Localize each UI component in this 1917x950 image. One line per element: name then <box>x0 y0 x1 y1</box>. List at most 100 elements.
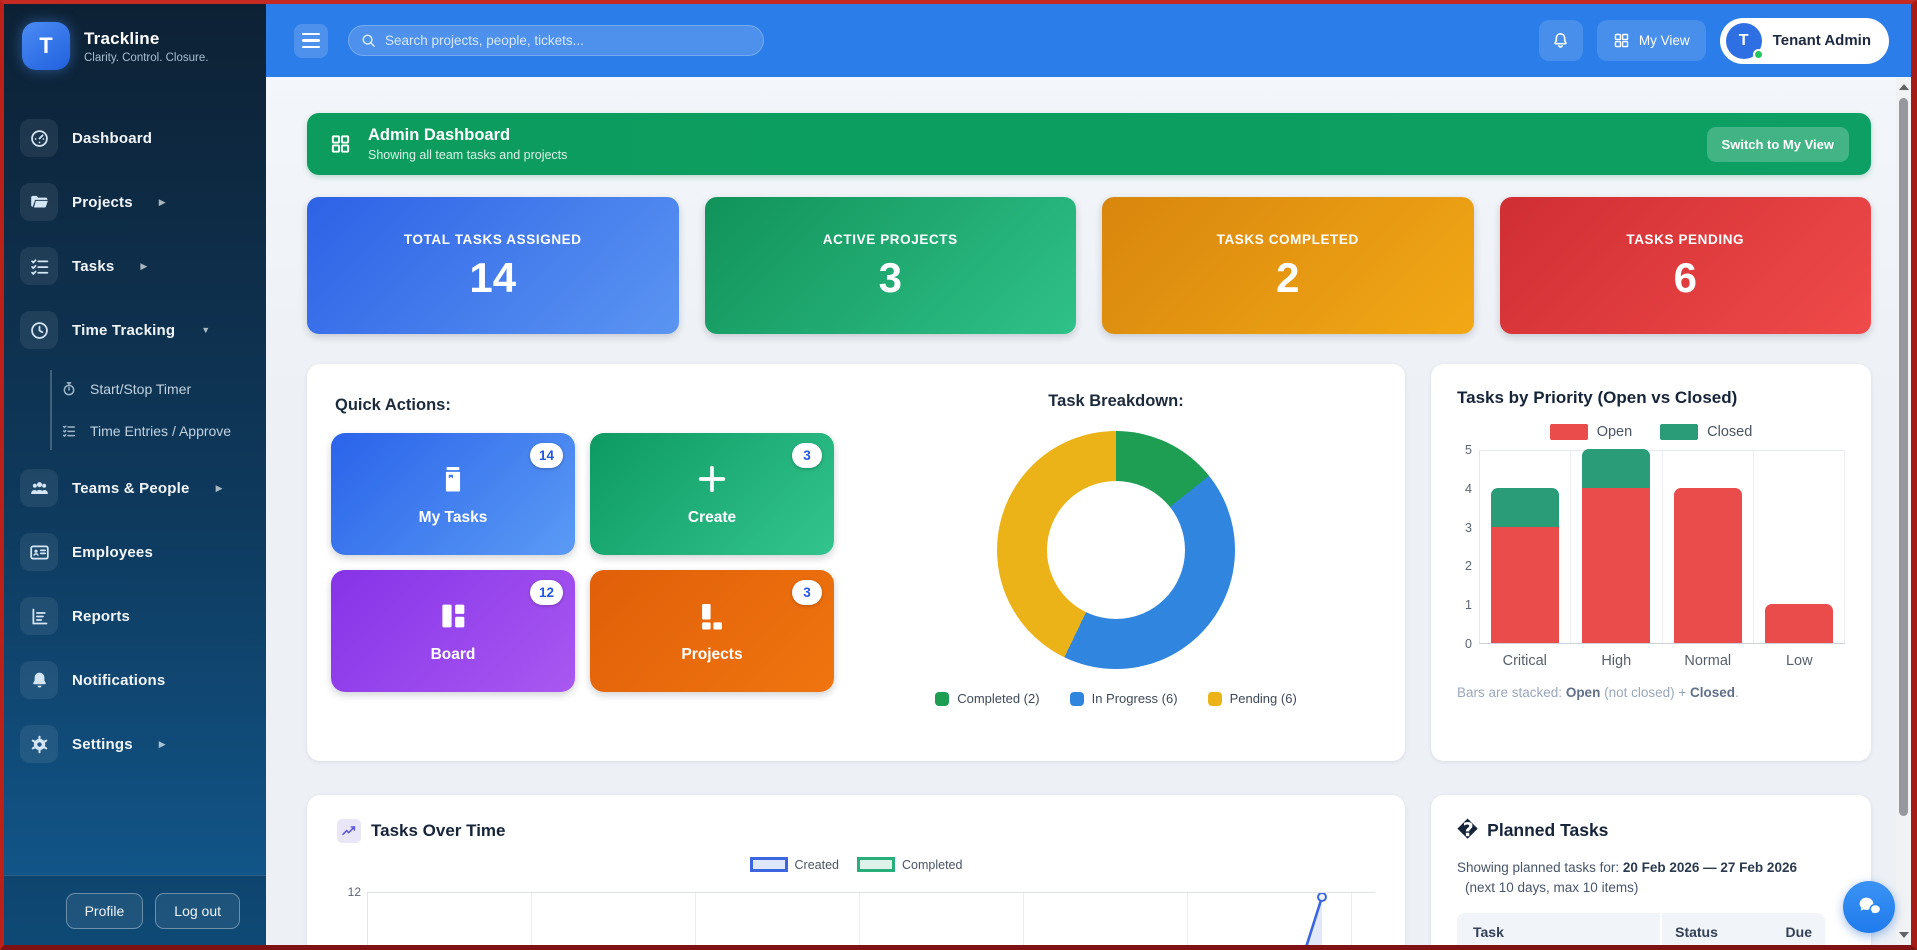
legend-item: Completed <box>857 857 962 872</box>
planned-tasks-range: Showing planned tasks for: 20 Feb 2026 —… <box>1457 858 1845 899</box>
legend-swatch <box>750 857 788 872</box>
brand[interactable]: T Trackline Clarity. Control. Closure. <box>4 4 266 84</box>
created-line-series <box>1237 893 1357 945</box>
sidebar-item-notifications[interactable]: Notifications <box>20 660 252 700</box>
legend-item: Closed <box>1660 424 1752 440</box>
time-tracking-submenu: Start/Stop Timer Time Entries / Approve <box>20 374 252 446</box>
grid-icon <box>1613 32 1630 49</box>
legend-swatch <box>1550 424 1588 440</box>
sidebar-item-projects[interactable]: Projects ▶ <box>20 182 252 222</box>
legend-swatch <box>1070 692 1084 706</box>
my-view-label: My View <box>1639 33 1690 48</box>
open-segment <box>1491 527 1559 643</box>
notifications-bell-button[interactable] <box>1539 20 1583 61</box>
tile-label: Projects <box>681 646 742 664</box>
replacement-char-icon: � <box>1457 819 1478 842</box>
sidebar-item-time-entries-approve[interactable]: Time Entries / Approve <box>60 416 252 446</box>
chat-button[interactable] <box>1843 881 1895 933</box>
scroll-down-arrow-icon[interactable] <box>1899 932 1909 938</box>
task-breakdown-section: Task Breakdown: Completed (2)In Progress… <box>851 388 1381 737</box>
sidebar-item-teams-people[interactable]: Teams & People ▶ <box>20 468 252 508</box>
tile-label: My Tasks <box>419 509 488 527</box>
checklist-icon <box>20 247 58 285</box>
search-icon <box>361 33 376 48</box>
sidebar-item-start-stop-timer[interactable]: Start/Stop Timer <box>60 374 252 404</box>
quick-actions-heading: Quick Actions: <box>335 396 851 415</box>
quick-action-my-tasks[interactable]: 14 My Tasks <box>331 433 575 555</box>
sidebar-item-dashboard[interactable]: Dashboard <box>20 118 252 158</box>
badge-count: 12 <box>530 580 563 605</box>
planned-tasks-card: � Planned Tasks Showing planned tasks fo… <box>1431 795 1871 945</box>
column-header-due: Due <box>1786 924 1812 940</box>
open-segment <box>1674 488 1742 643</box>
stat-tasks-pending[interactable]: TASKS PENDING 6 <box>1500 197 1872 334</box>
list-icon <box>60 423 78 439</box>
y-axis-ticks: 543210 <box>1457 450 1479 644</box>
sidebar: T Trackline Clarity. Control. Closure. D… <box>4 4 266 945</box>
dashboard-grid-icon <box>329 133 352 156</box>
stat-value: 3 <box>879 257 902 299</box>
stat-active-projects[interactable]: ACTIVE PROJECTS 3 <box>705 197 1077 334</box>
app-logo: T <box>22 22 70 70</box>
logout-button[interactable]: Log out <box>155 893 240 929</box>
chevron-right-icon: ▶ <box>216 483 223 494</box>
search-box <box>348 25 764 56</box>
priority-legend: Open Closed <box>1457 424 1845 440</box>
projects-icon <box>695 599 729 633</box>
tasks-over-time-legend: Created Completed <box>337 857 1375 872</box>
quick-actions-card: Quick Actions: 14 My Tasks <box>307 364 1405 761</box>
sidebar-item-tasks[interactable]: Tasks ▶ <box>20 246 252 286</box>
sidebar-item-time-tracking[interactable]: Time Tracking ▼ <box>20 310 252 350</box>
priority-bar-chart: 543210 <box>1457 450 1845 644</box>
bar-group-low <box>1754 451 1845 643</box>
banner-subtitle: Showing all team tasks and projects <box>368 148 567 162</box>
closed-segment <box>1582 449 1650 488</box>
admin-dashboard-banner: Admin Dashboard Showing all team tasks a… <box>307 113 1871 175</box>
badge-count: 3 <box>792 443 822 468</box>
legend-item: Created <box>750 857 839 872</box>
people-icon <box>20 469 58 507</box>
app-tagline: Clarity. Control. Closure. <box>84 52 208 64</box>
profile-button[interactable]: Profile <box>66 893 144 929</box>
chevron-right-icon: ▶ <box>140 261 147 272</box>
tile-label: Create <box>688 509 736 527</box>
main-column: My View T Tenant Admin Admin Dashboard <box>266 4 1911 945</box>
board-icon <box>436 599 470 633</box>
sidebar-item-reports[interactable]: Reports <box>20 596 252 636</box>
banner-title: Admin Dashboard <box>368 126 567 145</box>
scroll-up-arrow-icon[interactable] <box>1899 84 1909 90</box>
scrollbar-thumb[interactable] <box>1899 98 1908 816</box>
chevron-right-icon: ▶ <box>159 197 166 208</box>
column-header-task: Task <box>1457 913 1660 946</box>
quick-action-board[interactable]: 12 Board <box>331 570 575 692</box>
stat-total-tasks-assigned[interactable]: TOTAL TASKS ASSIGNED 14 <box>307 197 679 334</box>
topbar-actions: My View T Tenant Admin <box>1539 18 1889 64</box>
task-breakdown-title: Task Breakdown: <box>1048 392 1183 411</box>
stat-tasks-completed[interactable]: TASKS COMPLETED 2 <box>1102 197 1474 334</box>
stat-label: TOTAL TASKS ASSIGNED <box>404 232 582 247</box>
bar-group-normal <box>1663 451 1754 643</box>
quick-action-projects[interactable]: 3 Projects <box>590 570 834 692</box>
legend-swatch <box>935 692 949 706</box>
sidebar-item-settings[interactable]: Settings ▶ <box>20 724 252 764</box>
quick-action-create[interactable]: 3 Create <box>590 433 834 555</box>
stat-label: TASKS PENDING <box>1626 232 1744 247</box>
search-input[interactable] <box>385 33 751 48</box>
stat-value: 2 <box>1276 257 1299 299</box>
sidebar-item-employees[interactable]: Employees <box>20 532 252 572</box>
tasks-over-time-card: Tasks Over Time CreatedCompleted 12 <box>307 795 1405 945</box>
legend-swatch <box>857 857 895 872</box>
user-menu-button[interactable]: T Tenant Admin <box>1720 18 1889 64</box>
open-segment <box>1582 488 1650 643</box>
stats-row: TOTAL TASKS ASSIGNED 14 ACTIVE PROJECTS … <box>307 197 1871 334</box>
stat-value: 14 <box>469 257 516 299</box>
closed-segment <box>1491 488 1559 527</box>
switch-to-my-view-button[interactable]: Switch to My View <box>1707 127 1849 162</box>
legend-item: Open <box>1550 424 1632 440</box>
stopwatch-icon <box>60 381 78 397</box>
vertical-scrollbar[interactable] <box>1896 77 1911 945</box>
task-breakdown-donut-chart <box>997 431 1235 669</box>
menu-toggle-button[interactable] <box>294 24 328 58</box>
app-name: Trackline <box>84 29 208 49</box>
my-view-button[interactable]: My View <box>1597 20 1706 61</box>
